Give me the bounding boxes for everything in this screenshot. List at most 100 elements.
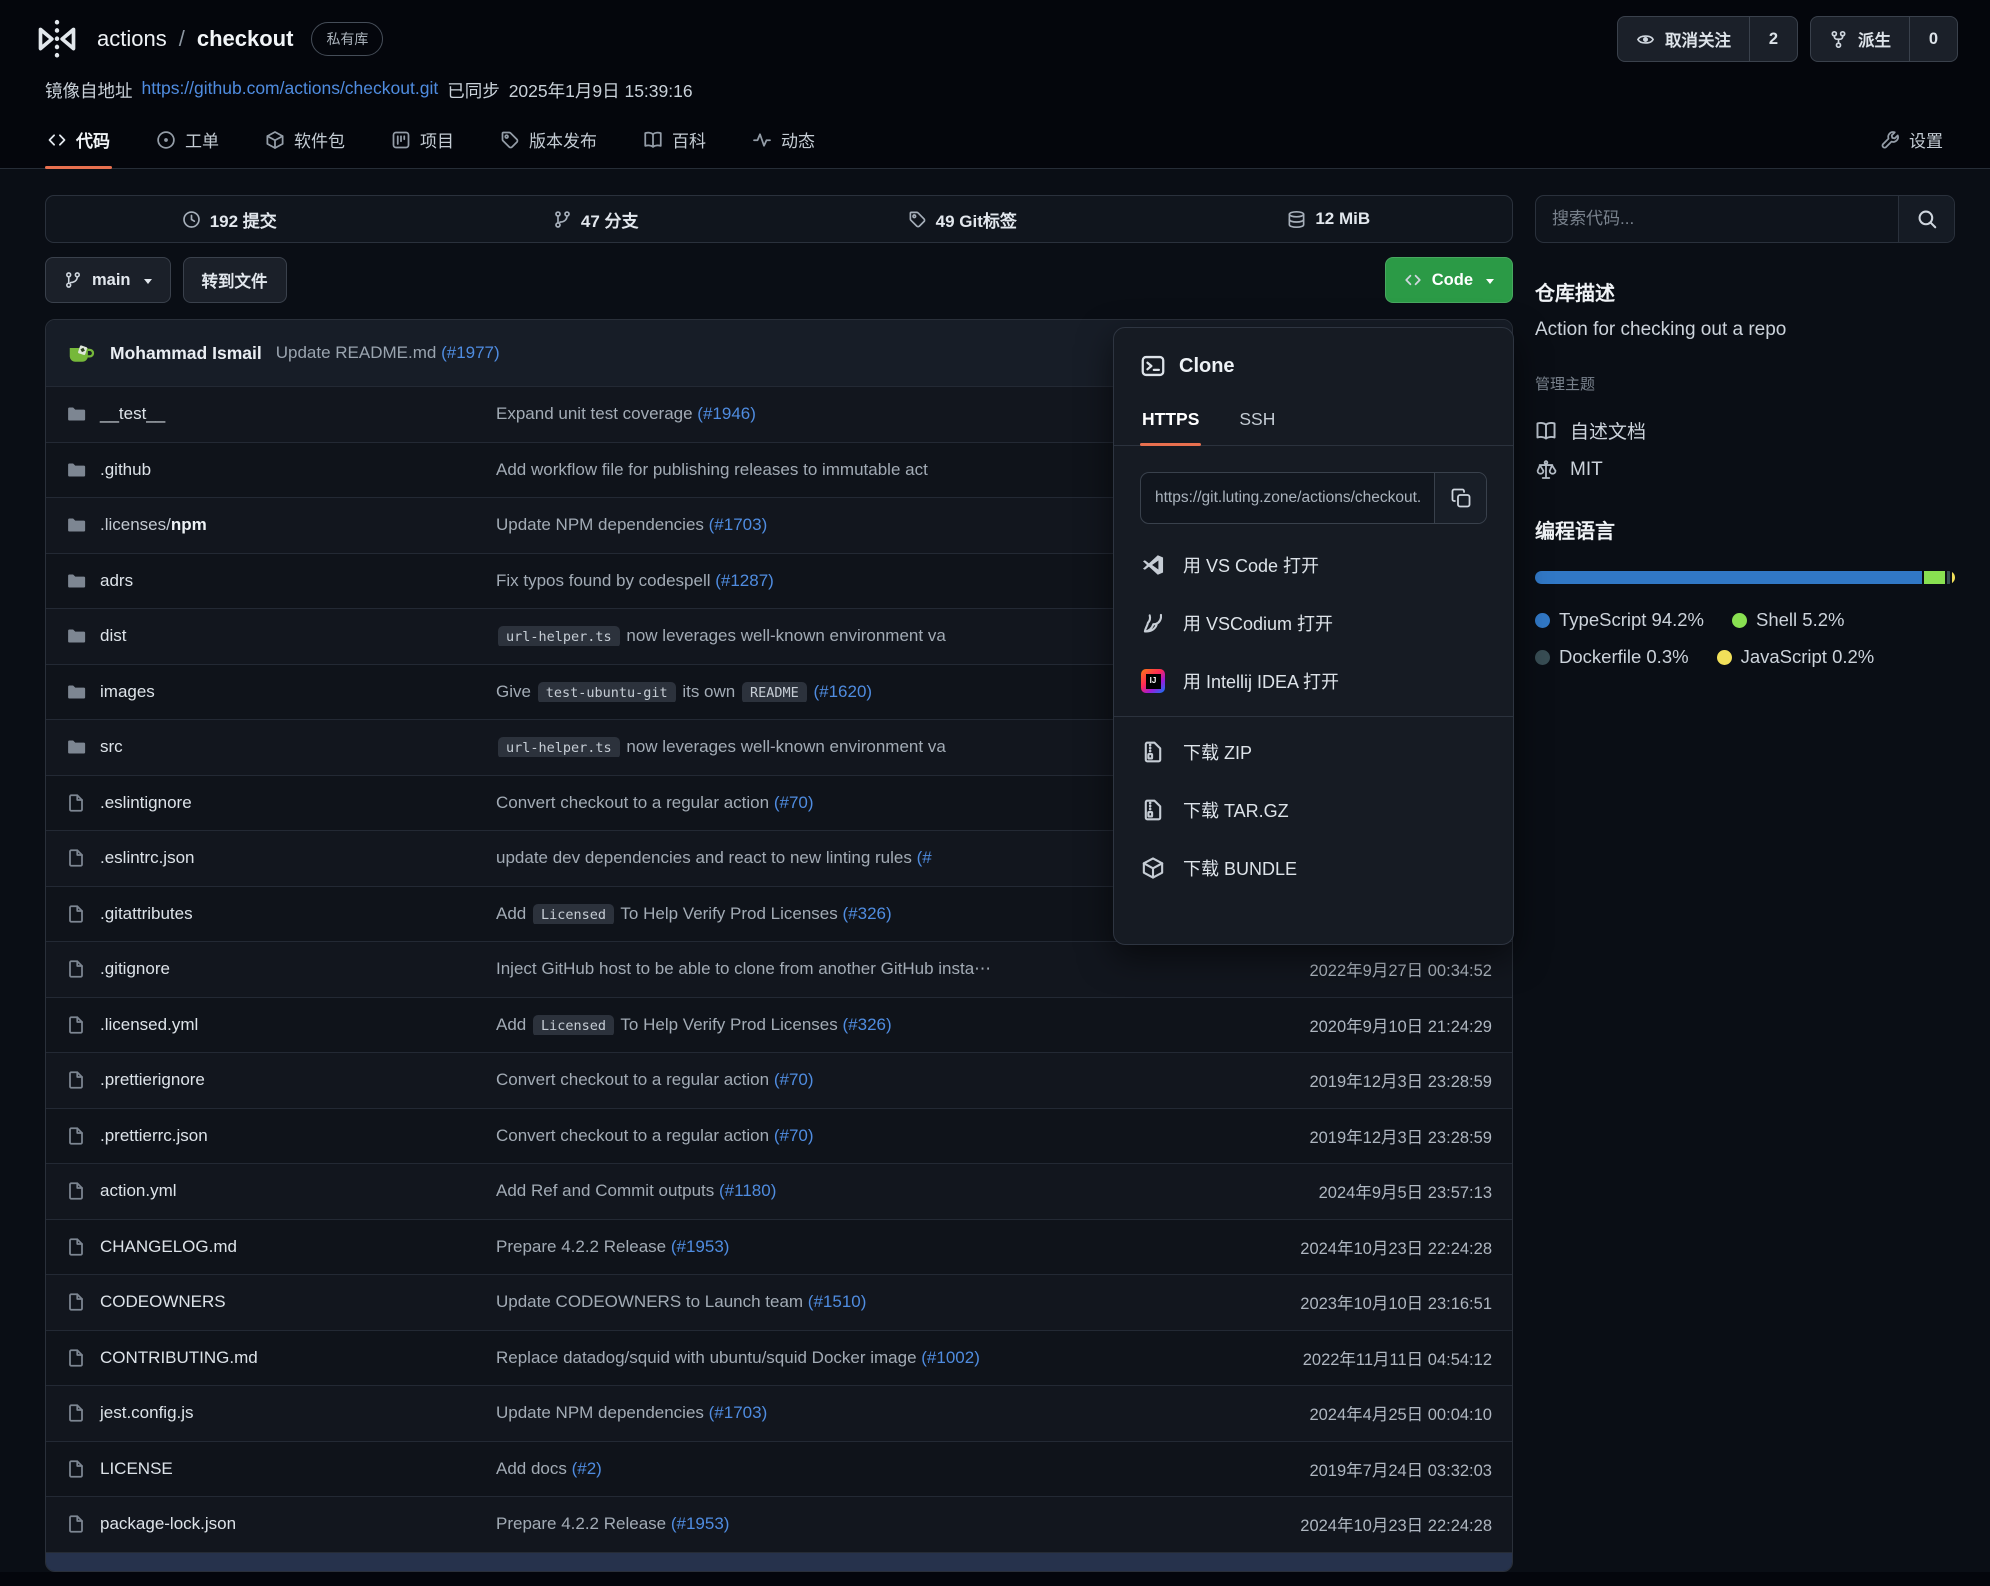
clone-menu-item[interactable]: IJ用 Intellij IDEA 打开	[1114, 652, 1513, 710]
intellij-idea-icon: IJ	[1140, 669, 1166, 693]
stat-item[interactable]: 192 提交	[46, 196, 413, 242]
copy-url-button[interactable]	[1434, 473, 1486, 523]
license-link[interactable]: MIT	[1535, 459, 1955, 481]
file-name-cell: CODEOWNERS	[66, 1292, 496, 1312]
download-menu-item[interactable]: 下载 BUNDLE	[1114, 839, 1513, 897]
clone-title: Clone	[1179, 355, 1235, 378]
file-name[interactable]: adrs	[100, 571, 133, 591]
file-name[interactable]: .gitattributes	[100, 904, 193, 924]
folder-icon	[66, 404, 86, 424]
issue-link[interactable]: (#326)	[843, 904, 892, 923]
watch-count[interactable]: 2	[1749, 17, 1797, 61]
repo-name-link[interactable]: checkout	[197, 26, 294, 52]
tab-releases[interactable]: 版本发布	[498, 117, 599, 168]
unwatch-button[interactable]: 取消关注	[1618, 17, 1749, 61]
activity-icon	[752, 130, 772, 150]
tab-wiki[interactable]: 百科	[641, 117, 708, 168]
issue-link[interactable]: (#1703)	[709, 515, 768, 534]
issue-link[interactable]: (#1953)	[671, 1514, 730, 1533]
issue-link[interactable]: (#2)	[572, 1459, 602, 1478]
file-name[interactable]: .licenses/npm	[100, 515, 207, 535]
issue-icon	[156, 130, 176, 150]
mirror-url-link[interactable]: https://github.com/actions/checkout.git	[142, 78, 439, 103]
file-name[interactable]: .gitignore	[100, 959, 170, 979]
stat-item[interactable]: 49 Git标签	[779, 196, 1146, 242]
tab-activity[interactable]: 动态	[750, 117, 817, 168]
commit-date: 2024年10月23日 22:24:28	[1300, 1512, 1492, 1536]
file-name[interactable]: .prettierrc.json	[100, 1126, 208, 1146]
language-segment	[1952, 571, 1955, 584]
fork-button[interactable]: 派生	[1811, 17, 1909, 61]
file-name[interactable]: src	[100, 737, 123, 757]
code-chip: url-helper.ts	[498, 737, 620, 757]
issue-link[interactable]: (#326)	[843, 1015, 892, 1034]
search-input[interactable]	[1536, 196, 1898, 242]
issue-link[interactable]: (#1953)	[671, 1237, 730, 1256]
clone-menu-item[interactable]: 用 VSCodium 打开	[1114, 594, 1513, 652]
legend-dot-icon	[1535, 650, 1550, 665]
code-chip: Licensed	[533, 904, 614, 924]
avatar[interactable]	[66, 338, 96, 368]
file-name[interactable]: .prettierignore	[100, 1070, 205, 1090]
file-name[interactable]: jest.config.js	[100, 1403, 194, 1423]
clone-tab-ssh[interactable]: SSH	[1237, 399, 1277, 445]
readme-link[interactable]: 自述文档	[1535, 417, 1955, 444]
issue-link[interactable]: (#70)	[774, 793, 814, 812]
file-name[interactable]: images	[100, 682, 155, 702]
tab-code[interactable]: 代码	[45, 117, 112, 168]
file-name[interactable]: action.yml	[100, 1181, 177, 1201]
issue-link[interactable]: (#	[917, 848, 932, 867]
clone-url-input[interactable]	[1141, 473, 1434, 523]
issue-link[interactable]: (#1977)	[441, 343, 500, 362]
legend-label: Dockerfile 0.3%	[1559, 646, 1689, 668]
issue-link[interactable]: (#1620)	[813, 682, 872, 701]
tab-issues[interactable]: 工单	[154, 117, 221, 168]
tab-settings[interactable]: 设置	[1878, 117, 1945, 168]
fork-count[interactable]: 0	[1909, 17, 1957, 61]
file-name[interactable]: package-lock.json	[100, 1514, 236, 1534]
issue-link[interactable]: (#70)	[774, 1126, 814, 1145]
file-icon	[66, 1126, 86, 1146]
file-name[interactable]: CODEOWNERS	[100, 1292, 226, 1312]
issue-link[interactable]: (#1946)	[697, 404, 756, 423]
book-icon	[1535, 420, 1557, 442]
clone-menu-item[interactable]: 用 VS Code 打开	[1114, 536, 1513, 594]
file-name[interactable]: .licensed.yml	[100, 1015, 198, 1035]
file-icon	[66, 1015, 86, 1035]
manage-topics-link[interactable]: 管理主题	[1535, 373, 1955, 394]
table-row: .prettierignoreConvert checkout to a reg…	[46, 1052, 1512, 1108]
file-name[interactable]: .github	[100, 460, 151, 480]
issue-link[interactable]: (#1287)	[715, 571, 774, 590]
clone-tab-https[interactable]: HTTPS	[1140, 399, 1201, 445]
issue-link[interactable]: (#1180)	[719, 1181, 776, 1200]
file-name[interactable]: CONTRIBUTING.md	[100, 1348, 258, 1368]
tab-projects[interactable]: 项目	[389, 117, 456, 168]
file-name[interactable]: CHANGELOG.md	[100, 1237, 237, 1257]
legend-item: JavaScript 0.2%	[1717, 646, 1875, 668]
clone-dropdown: Clone HTTPS SSH 用 VS Code 打开用 VSCodium 打开…	[1113, 327, 1514, 945]
file-name-cell: .eslintignore	[66, 793, 496, 813]
stat-item[interactable]: 47 分支	[413, 196, 780, 242]
issue-link[interactable]: (#1510)	[808, 1292, 867, 1311]
folder-icon	[66, 460, 86, 480]
file-name[interactable]: LICENSE	[100, 1459, 173, 1479]
branch-selector[interactable]: main	[45, 257, 171, 303]
search-button[interactable]	[1898, 196, 1954, 242]
tab-packages[interactable]: 软件包	[263, 117, 347, 168]
search-icon	[1916, 208, 1938, 230]
issue-link[interactable]: (#1002)	[921, 1348, 980, 1367]
commit-date: 2024年10月23日 22:24:28	[1300, 1235, 1492, 1259]
download-menu-item[interactable]: 下载 ZIP	[1114, 723, 1513, 781]
file-name[interactable]: __test__	[100, 404, 165, 424]
file-name[interactable]: .eslintignore	[100, 793, 192, 813]
commit-author[interactable]: Mohammad Ismail	[110, 343, 262, 364]
issue-link[interactable]: (#70)	[774, 1070, 814, 1089]
tab-label: 版本发布	[529, 127, 597, 152]
issue-link[interactable]: (#1703)	[709, 1403, 768, 1422]
goto-file-button[interactable]: 转到文件	[183, 257, 287, 303]
repo-owner-link[interactable]: actions	[97, 26, 167, 52]
code-button[interactable]: Code	[1385, 257, 1513, 303]
download-menu-item[interactable]: 下载 TAR.GZ	[1114, 781, 1513, 839]
file-name[interactable]: .eslintrc.json	[100, 848, 194, 868]
file-name[interactable]: dist	[100, 626, 126, 646]
